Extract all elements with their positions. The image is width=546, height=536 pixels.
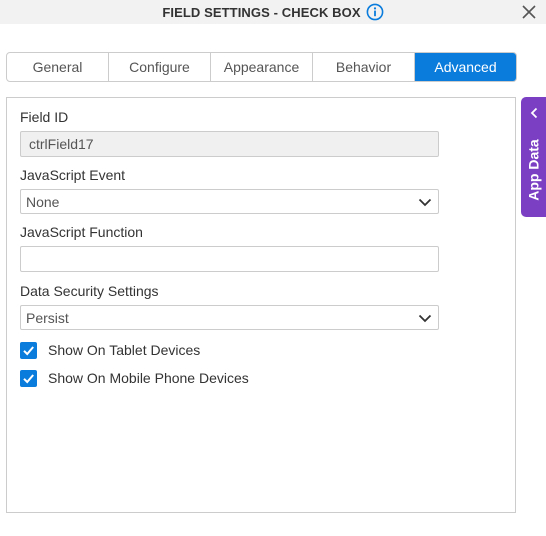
app-data-label: App Data	[526, 139, 543, 201]
show-on-tablet-checkbox[interactable]: Show On Tablet Devices	[20, 341, 200, 359]
javascript-event-select[interactable]: None	[20, 189, 439, 214]
dialog-title: FIELD SETTINGS - CHECK BOX	[162, 4, 361, 20]
show-on-mobile-label: Show On Mobile Phone Devices	[48, 370, 249, 386]
data-security-select[interactable]: Persist	[20, 305, 439, 330]
dialog-header: FIELD SETTINGS - CHECK BOX	[0, 0, 546, 24]
show-on-tablet-label: Show On Tablet Devices	[48, 342, 201, 358]
info-circle-icon[interactable]	[366, 3, 384, 21]
data-security-value: Persist	[26, 309, 69, 326]
tab-advanced[interactable]: Advanced	[415, 53, 516, 81]
field-id-label: Field ID	[20, 109, 69, 125]
chevron-left-icon	[530, 107, 538, 119]
checkmark-icon[interactable]	[20, 369, 37, 387]
data-security-label: Data Security Settings	[20, 283, 159, 299]
javascript-function-input[interactable]	[20, 246, 439, 272]
checkmark-icon[interactable]	[20, 341, 37, 359]
javascript-event-label: JavaScript Event	[20, 167, 126, 183]
tab-behavior[interactable]: Behavior	[313, 53, 415, 81]
settings-tabs: General Configure Appearance Behavior Ad…	[6, 52, 517, 82]
app-data-panel-tab[interactable]: App Data	[521, 97, 546, 217]
tab-general[interactable]: General	[7, 53, 109, 81]
javascript-event-value: None	[26, 193, 60, 210]
close-icon	[522, 5, 536, 19]
chevron-down-icon	[418, 314, 432, 323]
field-id-input[interactable]: ctrlField17	[20, 131, 439, 157]
advanced-settings-panel: Field ID ctrlField17 JavaScript Event No…	[6, 97, 516, 513]
tab-appearance[interactable]: Appearance	[211, 53, 313, 81]
show-on-mobile-checkbox[interactable]: Show On Mobile Phone Devices	[20, 369, 249, 387]
chevron-down-icon	[418, 198, 432, 207]
close-button[interactable]	[518, 1, 540, 23]
tab-configure[interactable]: Configure	[109, 53, 211, 81]
javascript-function-label: JavaScript Function	[20, 224, 143, 240]
